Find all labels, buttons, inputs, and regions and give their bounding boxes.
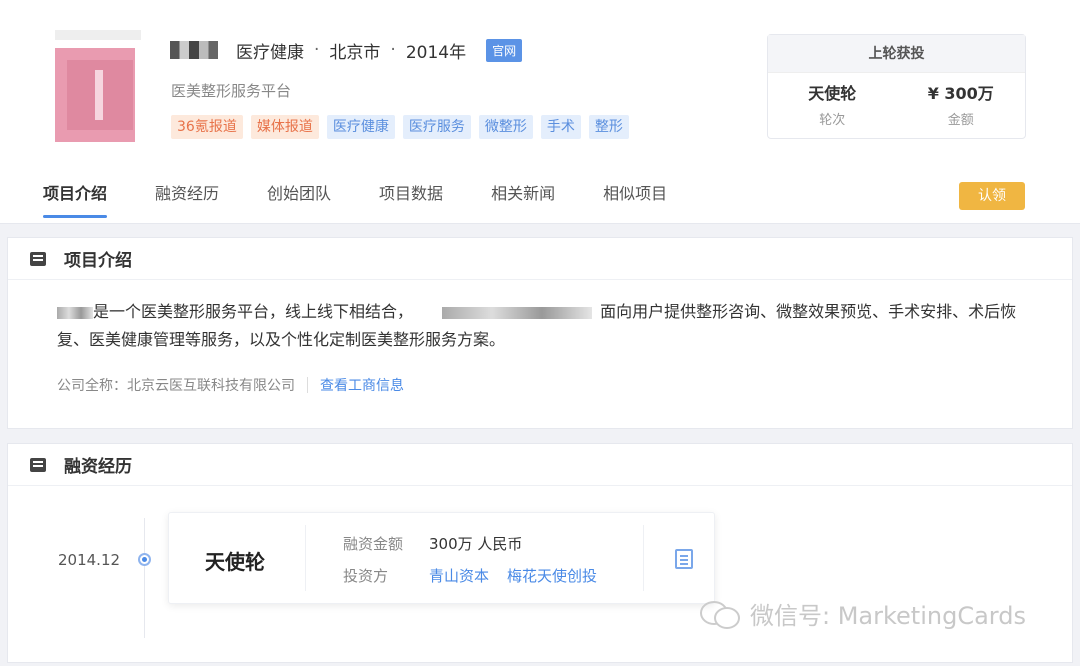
blurred-detail bbox=[442, 306, 593, 319]
last-round-title: 上轮获投 bbox=[768, 35, 1025, 73]
last-amount-caption: 金额 bbox=[947, 113, 974, 128]
city-label: 北京市 bbox=[329, 42, 381, 63]
wechat-icon bbox=[700, 599, 740, 629]
tag[interactable]: 整形 bbox=[588, 115, 629, 139]
amount-label: 融资金额 bbox=[343, 535, 404, 553]
intro-card-header: 项目介绍 bbox=[8, 238, 1072, 280]
check-business-info-link[interactable]: 查看工商信息 bbox=[320, 375, 404, 395]
tag[interactable]: 36氪报道 bbox=[171, 115, 243, 139]
funding-round: 天使轮 bbox=[205, 550, 265, 574]
project-subtitle: 医美整形服务平台 bbox=[171, 82, 292, 100]
project-title-row: 医疗健康 · 北京市 · 2014年 官网 bbox=[170, 37, 523, 63]
project-logo bbox=[55, 30, 141, 144]
claim-button[interactable]: 认领 bbox=[959, 182, 1025, 210]
blurred-name bbox=[57, 306, 93, 319]
tag[interactable]: 微整形 bbox=[478, 115, 533, 139]
last-round-value: 天使轮 bbox=[808, 84, 857, 103]
timeline-line bbox=[144, 518, 145, 638]
tag[interactable]: 手术 bbox=[540, 115, 581, 139]
tab-funding[interactable]: 融资经历 bbox=[155, 180, 219, 218]
tag-list: 36氪报道 媒体报道 医疗健康 医疗服务 微整形 手术 整形 bbox=[171, 115, 629, 139]
tag[interactable]: 媒体报道 bbox=[250, 115, 319, 139]
investor-link[interactable]: 青山资本 bbox=[429, 565, 489, 586]
intro-card: 项目介绍 是一个医美整形服务平台，线上线下相结合， 面向用户提供整形咨询、微整效… bbox=[7, 237, 1073, 429]
wechat-watermark: 微信号: MarketingCards bbox=[700, 596, 1026, 631]
company-label: 公司全称： bbox=[57, 378, 127, 394]
timeline-dot bbox=[138, 553, 151, 566]
tag[interactable]: 医疗服务 bbox=[402, 115, 471, 139]
last-round-box: 上轮获投 天使轮 轮次 ¥ 300万 金额 bbox=[767, 34, 1026, 139]
amount-value: 300万 人民币 bbox=[429, 535, 523, 553]
industry-label: 医疗健康 bbox=[236, 42, 304, 63]
last-amount-value: ¥ 300万 bbox=[927, 84, 994, 103]
blurred-project-name bbox=[170, 41, 218, 59]
funding-event-card: 天使轮 融资金额 300万 人民币 投资方 青山资本 梅花天使创投 bbox=[168, 512, 715, 604]
tab-intro[interactable]: 项目介绍 bbox=[43, 180, 108, 218]
intro-text: 是一个医美整形服务平台，线上线下相结合， 面向用户提供整形咨询、微整效果预览、手… bbox=[57, 302, 1017, 349]
last-round-caption: 轮次 bbox=[819, 113, 846, 128]
funding-card-header: 融资经历 bbox=[8, 444, 1072, 486]
intro-title: 项目介绍 bbox=[64, 251, 132, 271]
tab-news[interactable]: 相关新闻 bbox=[491, 180, 555, 218]
investor-label: 投资方 bbox=[343, 567, 389, 585]
founded-year: 2014年 bbox=[405, 42, 467, 63]
funding-title: 融资经历 bbox=[64, 457, 132, 477]
tab-data[interactable]: 项目数据 bbox=[379, 180, 443, 218]
company-name: 北京云医互联科技有限公司 bbox=[127, 378, 295, 394]
official-site-badge[interactable]: 官网 bbox=[486, 38, 523, 62]
tag[interactable]: 医疗健康 bbox=[326, 115, 395, 139]
project-header: 医疗健康 · 北京市 · 2014年 官网 医美整形服务平台 36氪报道 媒体报… bbox=[0, 0, 1080, 224]
company-info: 公司全称： 北京云医互联科技有限公司 查看工商信息 bbox=[57, 375, 404, 395]
tab-team[interactable]: 创始团队 bbox=[267, 180, 331, 218]
section-tabs: 项目介绍 融资经历 创始团队 项目数据 相关新闻 相似项目 bbox=[43, 180, 715, 218]
money-icon bbox=[30, 457, 46, 472]
investor-link[interactable]: 梅花天使创投 bbox=[507, 565, 597, 586]
document-icon bbox=[30, 251, 46, 266]
news-doc-icon[interactable] bbox=[675, 549, 693, 569]
tab-similar[interactable]: 相似项目 bbox=[603, 180, 667, 218]
funding-date: 2014.12 bbox=[58, 551, 121, 569]
